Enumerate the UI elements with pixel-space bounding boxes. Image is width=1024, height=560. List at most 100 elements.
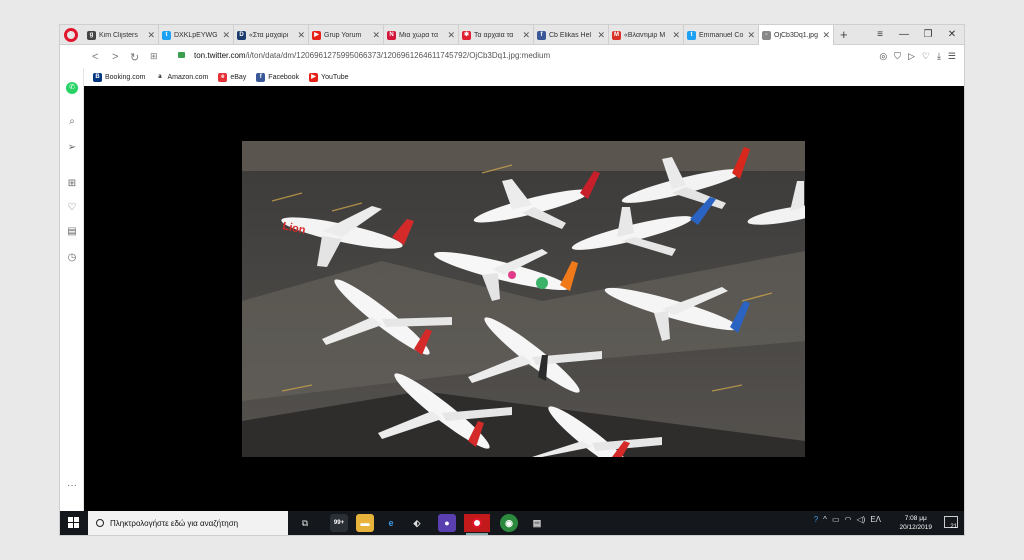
url-field[interactable]: ton.twitter.com/i/ton/data/dm/1206961275… [194,51,550,60]
taskbar-search-box[interactable]: Πληκτρολογήστε εδώ για αναζήτηση [88,511,288,535]
send-icon[interactable]: ➢ [66,142,78,154]
easy-setup-icon[interactable]: ☰ [948,51,956,62]
tab[interactable]: M «Βλαντιμίρ Μ ✕ [609,25,684,45]
news-icon[interactable]: ▤ [66,226,78,238]
window-controls: ≡ — ❐ ✕ [868,25,964,45]
tab-close-icon[interactable]: ✕ [522,30,530,41]
bookmark-label: YouTube [321,73,349,81]
twitter-icon: t [162,30,171,40]
app-badge-icon[interactable]: ● [438,514,456,532]
tab[interactable]: t DXKLpEYWG ✕ [159,25,234,45]
tab-close-icon[interactable]: ✕ [597,30,605,41]
airplanes-photo[interactable]: Lion [242,141,805,457]
document-icon[interactable]: ▤ [528,514,546,532]
bookmark-label: Facebook [268,73,300,81]
tab-menu-icon[interactable]: ≡ [868,25,892,45]
notification-count: 21 [950,524,957,530]
tab[interactable]: f Cb Elikas Hel ✕ [534,25,609,45]
shield-icon[interactable]: ⛉ [894,51,901,62]
ebay-icon: e [218,72,228,82]
dropbox-icon[interactable]: ⬖ [408,514,426,532]
store-badge: 99+ [333,520,345,526]
image-icon: ▫ [762,30,771,40]
booking-icon: B [93,72,102,82]
language-indicator[interactable]: ΕΛ [870,515,881,524]
tab-close-icon[interactable]: ✕ [447,30,455,41]
youtube-icon: ▶ [312,30,321,40]
tab[interactable]: ▫ OjCb3Dq1.jpg ✕ [759,25,834,45]
back-icon[interactable]: < [92,51,98,63]
page-viewport: Lion [84,86,964,511]
bookmark-item[interactable]: ▶ YouTube [309,72,349,82]
d-icon: D [237,30,246,40]
close-icon[interactable]: ✕ [940,25,964,45]
store-icon[interactable]: 99+ [330,514,348,532]
tab-close-icon[interactable]: ✕ [747,30,755,41]
tab-title: Kim Clijsters [99,31,138,39]
bookmark-item[interactable]: B Booking.com [93,72,146,82]
tab-title: OjCb3Dq1.jpg [774,31,818,39]
parked-airplanes-image: Lion [242,141,805,457]
tab-strip: g Kim Clijsters ✕ t DXKLpEYWG ✕ D «Στα μαχαίρι ✕… [60,25,964,45]
history-icon[interactable]: ◷ [66,252,78,264]
search-icon [96,519,104,527]
search-icon[interactable]: ⌕ [66,116,78,128]
edge-icon[interactable]: e [382,514,400,532]
tab[interactable]: N Μια χώρα τα ✕ [384,25,459,45]
clock[interactable]: 7:08 μμ 20/12/2019 [899,514,932,532]
tab-close-icon[interactable]: ✕ [822,30,830,41]
forward-icon[interactable]: > [112,51,118,63]
chevron-up-icon[interactable]: ^ [823,515,827,524]
download-icon[interactable]: ⤓ [937,51,941,62]
speed-dial-icon[interactable]: ⊞ [66,178,78,190]
volume-icon[interactable]: ◁) [856,515,865,524]
maximize-icon[interactable]: ❐ [916,25,940,45]
tab-close-icon[interactable]: ✕ [372,30,380,41]
bookmark-item[interactable]: a Amazon.com [155,72,208,82]
windows-taskbar: Πληκτρολογήστε εδώ για αναζήτηση ⧉ 99+ ▬… [60,511,964,535]
address-tools: ◎ ⛉ ▷ ♡ ⤓ ☰ [879,51,956,62]
file-explorer-icon[interactable]: ▬ [356,514,374,532]
tab[interactable]: ▶ Grup Yorum ✕ [309,25,384,45]
tab-title: Grup Yorum [324,31,362,39]
address-bar: < > ↻ ⊞ ton.twitter.com/i/ton/data/dm/12… [60,46,964,68]
more-icon[interactable]: ··· [66,480,78,492]
tab[interactable]: D «Στα μαχαίρι ✕ [234,25,309,45]
bookmark-label: Booking.com [105,73,146,81]
url-path: /i/ton/data/dm/1206961275995066373/12069… [245,51,551,60]
wifi-icon[interactable]: ◠ [845,515,852,524]
url-domain: ton.twitter.com [194,51,246,60]
gmail-icon: M [612,30,621,40]
tab[interactable]: t Emmanuel Co ✕ [684,25,759,45]
whatsapp-icon[interactable]: ✆ [66,82,78,94]
heart-icon[interactable]: ♡ [922,51,930,62]
help-icon[interactable]: ? [814,515,818,524]
browser-window: g Kim Clijsters ✕ t DXKLpEYWG ✕ D «Στα μαχαίρι ✕… [60,25,964,535]
reload-icon[interactable]: ↻ [130,51,139,64]
tab-title: Emmanuel Co [699,31,744,39]
tabs-grid-icon[interactable]: ⊞ [150,51,158,62]
minimize-icon[interactable]: — [892,25,916,45]
tab-close-icon[interactable]: ✕ [147,30,155,41]
tab[interactable]: ✱ Τα αρχαία τα ✕ [459,25,534,45]
heart-icon[interactable]: ♡ [66,202,78,214]
new-tab-icon[interactable]: + [840,27,848,42]
tab-close-icon[interactable]: ✕ [672,30,680,41]
youtube-icon: ▶ [309,72,319,82]
tab[interactable]: g Kim Clijsters ✕ [84,25,159,45]
tab-close-icon[interactable]: ✕ [222,30,230,41]
network-icon[interactable]: ▭ [832,515,840,524]
opera-menu-icon[interactable] [64,28,78,42]
camera-icon[interactable]: ◎ [879,51,887,62]
start-button-icon[interactable] [68,517,80,529]
search-placeholder: Πληκτρολογήστε εδώ για αναζήτηση [110,518,239,528]
bookmark-item[interactable]: f Facebook [256,72,300,82]
bookmark-item[interactable]: e eBay [218,72,246,82]
tab-close-icon[interactable]: ✕ [297,30,305,41]
send-icon[interactable]: ▷ [908,51,915,62]
opera-taskbar-icon[interactable] [464,514,490,535]
chrome-icon[interactable]: ◉ [500,514,518,532]
lock-icon[interactable] [178,52,185,58]
task-view-icon[interactable]: ⧉ [296,514,314,532]
notification-center-icon[interactable]: 21 [944,516,958,530]
